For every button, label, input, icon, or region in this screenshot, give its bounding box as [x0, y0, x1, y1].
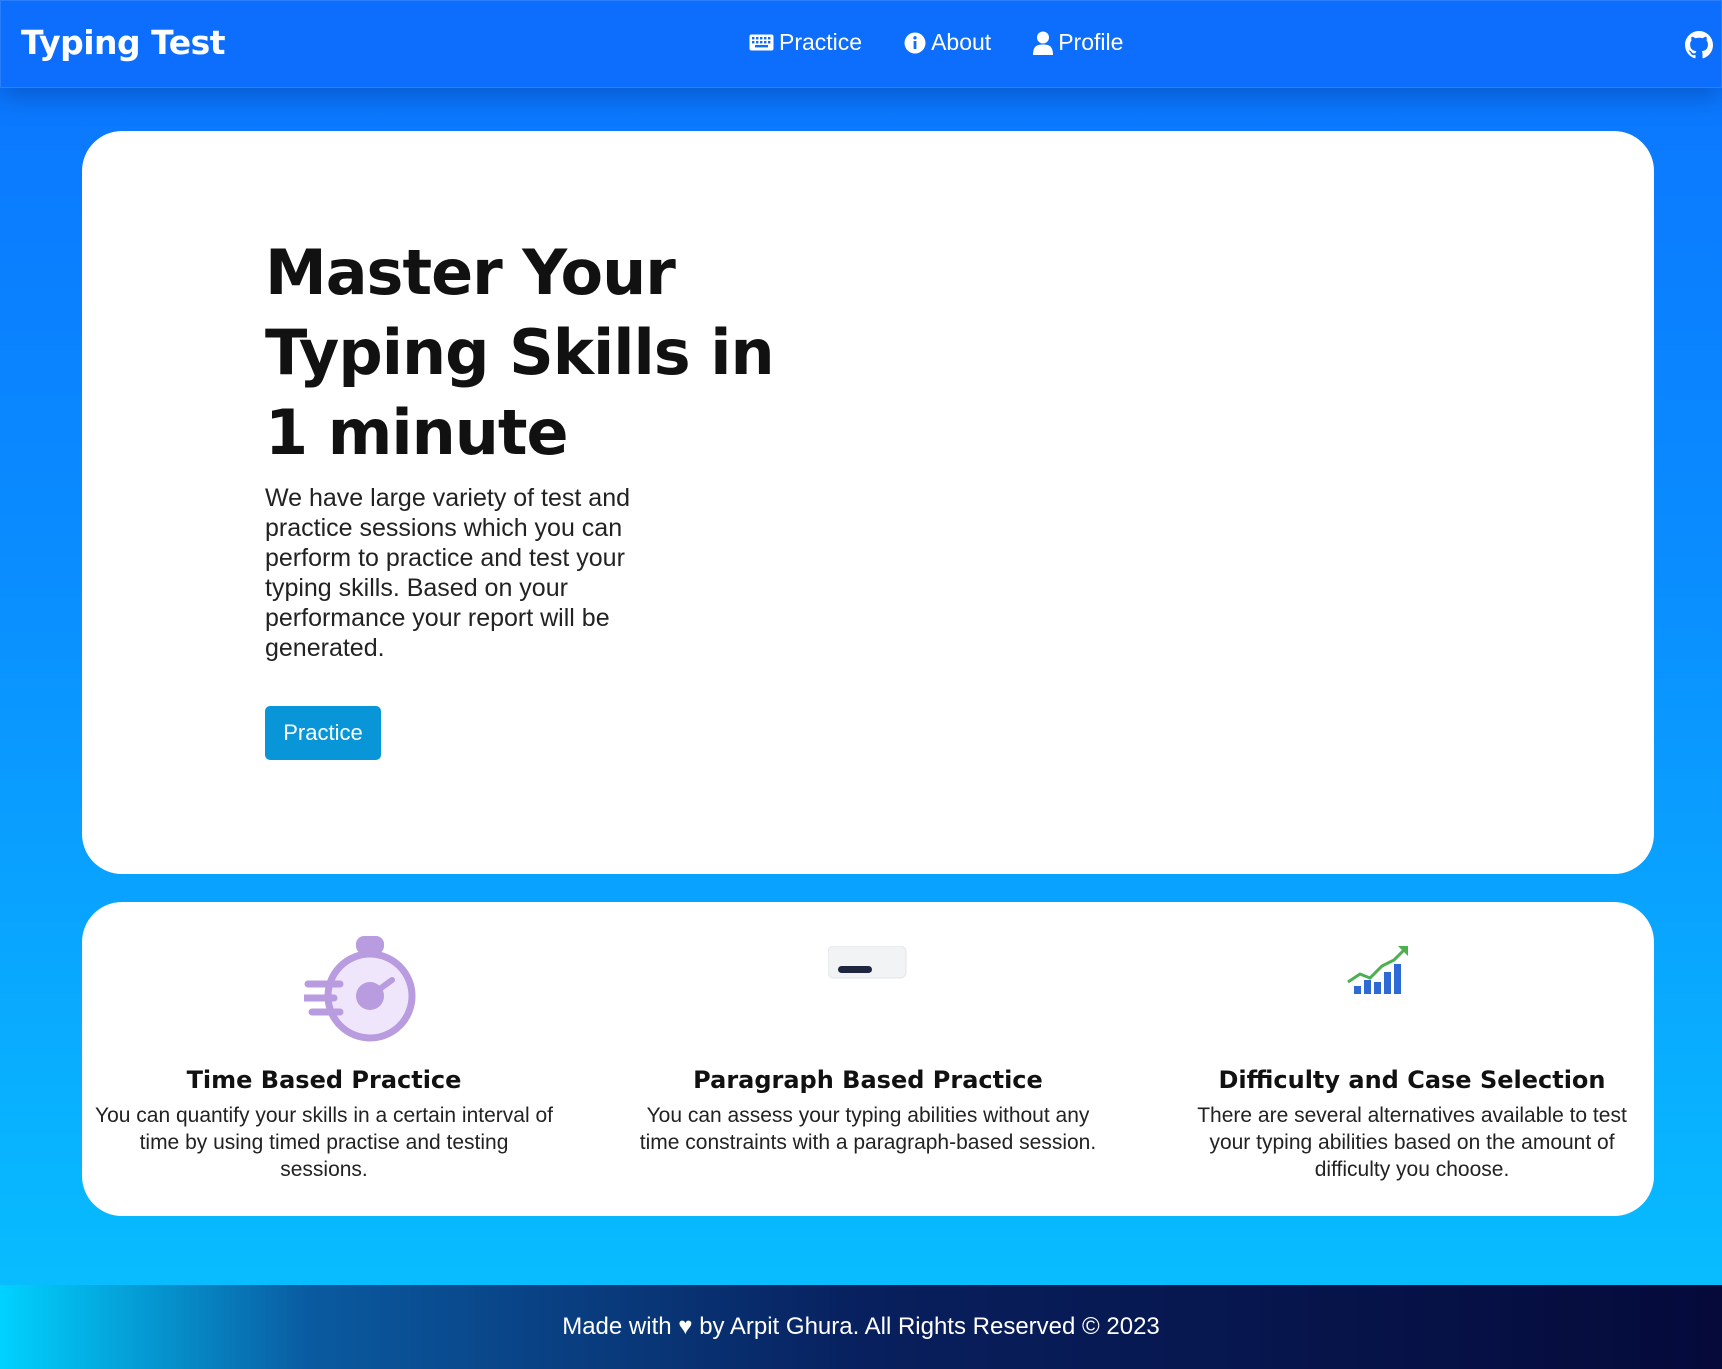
- github-icon[interactable]: [1685, 31, 1713, 64]
- feature-time-based: Time Based Practice You can quantify you…: [94, 902, 554, 1181]
- nav-profile-label: Profile: [1058, 29, 1124, 55]
- nav-practice-label: Practice: [779, 29, 863, 55]
- practice-button[interactable]: Practice: [265, 706, 381, 760]
- feature-difficulty: Difficulty and Case Selection There are …: [1182, 902, 1642, 1181]
- brand-logo[interactable]: Typing Test: [21, 23, 226, 62]
- feature-title: Time Based Practice: [186, 1066, 462, 1094]
- nav-about[interactable]: About: [904, 29, 991, 56]
- nav-profile[interactable]: Profile: [1033, 29, 1123, 56]
- feature-text: There are several alternatives available…: [1197, 1104, 1627, 1181]
- user-icon: [1033, 31, 1054, 55]
- nav-about-label: About: [931, 29, 992, 55]
- nav-practice[interactable]: Practice: [749, 29, 862, 56]
- footer: Made with ♥ by Arpit Ghura. All Rights R…: [0, 1285, 1722, 1369]
- navbar: Typing Test Practice About Profile: [0, 0, 1722, 88]
- feature-paragraph-based: Paragraph Based Practice You can assess …: [638, 902, 1098, 1154]
- footer-text: Made with ♥ by Arpit Ghura. All Rights R…: [562, 1313, 1160, 1340]
- keyboard-icon: [749, 34, 774, 51]
- hero-card: Master Your Typing Skills in 1 minute We…: [82, 131, 1654, 874]
- hero-title: Master Your Typing Skills in 1 minute: [265, 236, 775, 469]
- feature-text: You can quantify your skills in a certai…: [95, 1104, 553, 1181]
- stopwatch-icon: [300, 934, 424, 1059]
- feature-title: Paragraph Based Practice: [693, 1066, 1043, 1094]
- hero-description: We have large variety of test and practi…: [265, 484, 631, 662]
- info-icon: [904, 32, 926, 54]
- feature-text: You can assess your typing abilities wit…: [639, 1104, 1097, 1154]
- features-card: Time Based Practice You can quantify you…: [82, 902, 1654, 1216]
- feature-title: Difficulty and Case Selection: [1218, 1066, 1606, 1094]
- keyboard-key-icon: [827, 945, 908, 985]
- growth-chart-icon: [1346, 944, 1410, 1003]
- nav-links: Practice About Profile: [749, 29, 1123, 56]
